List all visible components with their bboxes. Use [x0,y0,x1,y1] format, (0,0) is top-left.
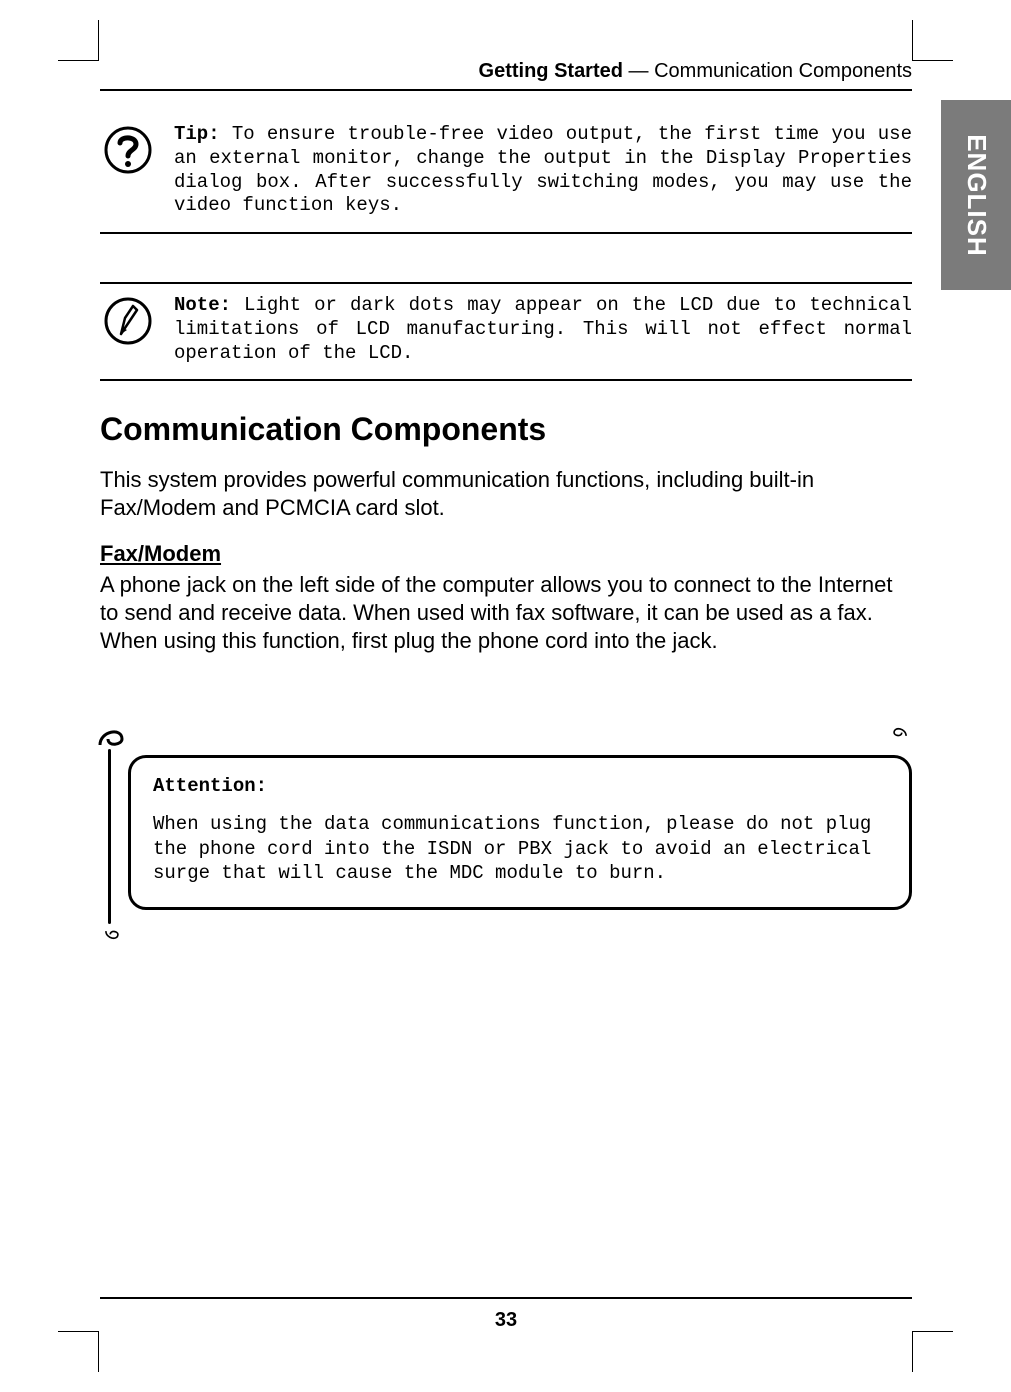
attention-rail [108,749,111,924]
crop-mark-bl [58,1331,99,1372]
crop-mark-br [912,1331,953,1372]
page-number: 33 [495,1309,517,1331]
attention-body: When using the data communications funct… [153,813,871,884]
language-tab-label: ENGLISH [961,134,992,257]
page-content: Getting Started — Communication Componen… [100,60,912,970]
pen-circle-icon [100,296,156,346]
crop-mark-tl [58,20,99,61]
language-tab: ENGLISH [941,100,1011,290]
tip-callout: Tip: To ensure trouble-free video output… [100,113,912,234]
tip-text: Tip: To ensure trouble-free video output… [174,123,912,218]
subsection-heading: Fax/Modem [100,541,912,567]
subsection-paragraph: A phone jack on the left side of the com… [100,571,912,655]
header-section: Getting Started [479,60,623,82]
attention-callout: Attention: When using the data communica… [100,739,912,930]
section-heading: Communication Components [100,411,912,448]
spiral-binding-icon [884,725,914,737]
intro-paragraph: This system provides powerful communicat… [100,466,912,522]
attention-label: Attention: [153,774,887,798]
header-topic: Communication Components [654,60,912,82]
tip-body: To ensure trouble-free video output, the… [174,123,912,216]
tip-label: Tip: [174,123,220,145]
note-text: Note: Light or dark dots may appear on t… [174,294,912,365]
attention-box: Attention: When using the data communica… [128,755,912,910]
spiral-binding-icon [98,725,128,747]
note-callout: Note: Light or dark dots may appear on t… [100,282,912,381]
crop-mark-tr [912,20,953,61]
page-footer: 33 [100,1297,912,1332]
note-body: Light or dark dots may appear on the LCD… [174,294,912,364]
running-header: Getting Started — Communication Componen… [100,60,912,91]
header-sep: — [623,60,654,82]
question-mark-circle-icon [100,125,156,175]
spiral-binding-icon [98,930,128,942]
note-label: Note: [174,294,231,316]
